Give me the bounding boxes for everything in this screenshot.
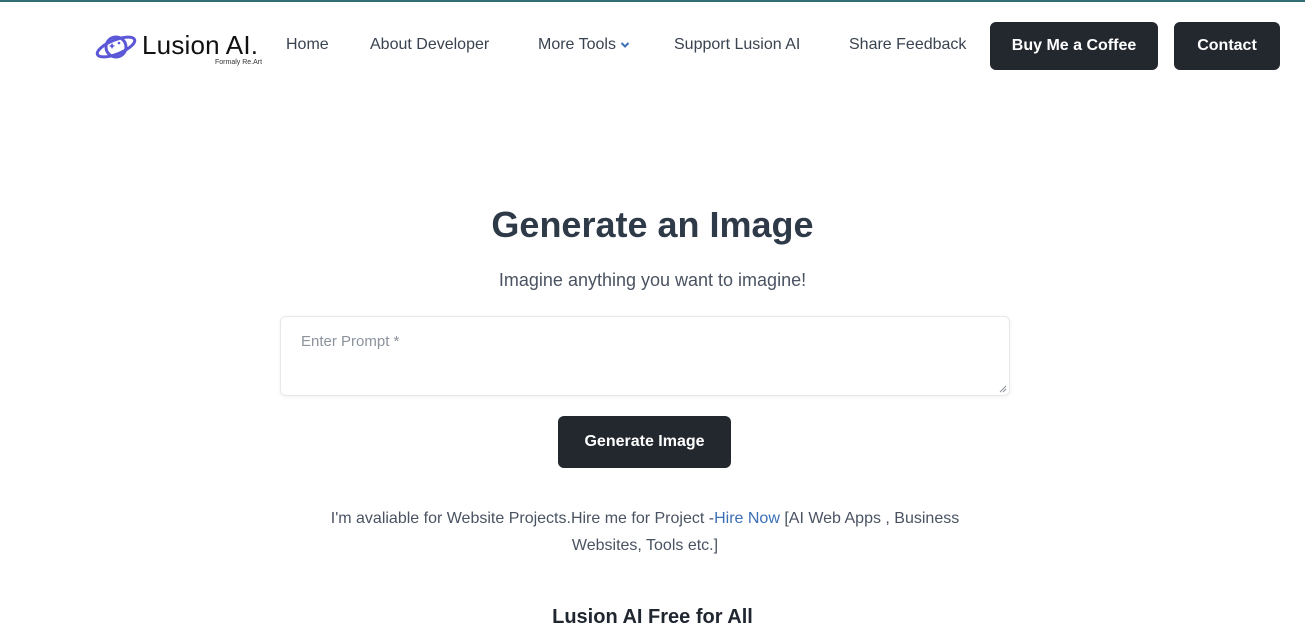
page-title: Generate an Image — [491, 204, 814, 245]
planet-logo-icon — [95, 35, 137, 59]
site-header: Lusion AI. Formaly Re.Art Home About Dev… — [0, 2, 1305, 90]
hire-info-text: I'm avaliable for Website Projects.Hire … — [300, 505, 990, 559]
nav-item-home[interactable]: Home — [286, 36, 329, 54]
hire-info-prefix: I'm avaliable for Website Projects.Hire … — [330, 510, 715, 527]
brand-subtitle: Formaly Re.Art — [215, 59, 263, 66]
brand-logo[interactable]: Lusion AI. Formaly Re.Art — [94, 28, 269, 72]
nav-item-about-developer[interactable]: About Developer — [370, 36, 489, 54]
nav-item-support[interactable]: Support Lusion AI — [674, 36, 800, 54]
chevron-down-icon — [620, 42, 630, 48]
generate-image-button[interactable]: Generate Image — [558, 416, 731, 468]
hire-now-link[interactable]: Hire Now — [714, 510, 780, 527]
nav-item-more-tools-label: More Tools — [538, 36, 616, 53]
nav-item-more-tools[interactable]: More Tools — [538, 36, 630, 54]
brand-name: Lusion AI. — [142, 30, 259, 60]
prompt-input[interactable] — [281, 317, 1009, 395]
contact-button[interactable]: Contact — [1174, 22, 1280, 70]
prompt-field-container — [280, 316, 1010, 396]
nav-item-share-feedback[interactable]: Share Feedback — [849, 36, 966, 54]
buy-me-a-coffee-button[interactable]: Buy Me a Coffee — [990, 22, 1158, 70]
page-subtitle: Imagine anything you want to imagine! — [498, 270, 807, 290]
resize-grip-icon[interactable] — [999, 385, 1007, 393]
